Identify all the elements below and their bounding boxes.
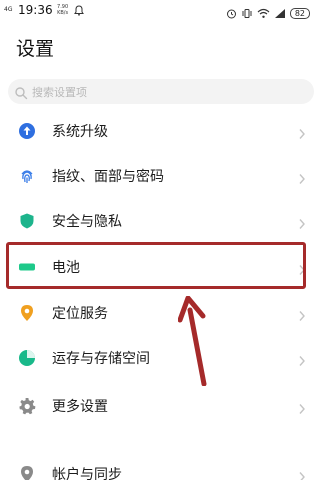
- page-title: 设置: [16, 38, 55, 60]
- shield-icon: [18, 212, 36, 230]
- settings-item-more-settings[interactable]: 更多设置: [0, 385, 318, 427]
- settings-item-memory-storage[interactable]: 运存与存储空间: [0, 337, 318, 379]
- status-left-group: 4G 19:36 7.90 KB/s: [4, 3, 84, 17]
- settings-item-system-update[interactable]: 系统升级: [0, 110, 318, 152]
- account-sync-icon: [18, 465, 36, 480]
- chevron-right-icon: [298, 307, 306, 321]
- settings-item-label: 电池: [52, 260, 80, 276]
- chevron-right-icon: [298, 468, 306, 480]
- status-time: 19:36: [18, 3, 53, 17]
- battery-level-indicator: 82: [289, 8, 310, 19]
- status-right-group: 82: [226, 4, 310, 23]
- search-placeholder: 搜索设置项: [32, 85, 87, 99]
- gear-icon: [18, 397, 36, 415]
- signal-icon: [274, 4, 286, 23]
- chevron-right-icon: [298, 125, 306, 139]
- chevron-right-icon: [298, 400, 306, 414]
- vibrate-icon: [241, 4, 253, 23]
- alarm-icon: [226, 4, 237, 23]
- settings-item-label: 定位服务: [52, 306, 108, 322]
- settings-item-label: 系统升级: [52, 124, 108, 140]
- wifi-icon: [257, 4, 270, 23]
- system-update-icon: [18, 122, 36, 140]
- settings-item-security-privacy[interactable]: 安全与隐私: [0, 200, 318, 242]
- location-pin-icon: [18, 304, 36, 322]
- chevron-right-icon: [298, 261, 306, 275]
- search-icon: [14, 85, 28, 99]
- search-input[interactable]: 搜索设置项: [8, 79, 314, 104]
- network-speed-unit: KB/s: [57, 10, 69, 16]
- settings-item-fingerprint-face-password[interactable]: 指纹、面部与密码: [0, 155, 318, 197]
- settings-item-battery[interactable]: 电池: [0, 246, 318, 288]
- settings-item-location[interactable]: 定位服务: [0, 292, 318, 334]
- network-speed: 7.90 KB/s: [56, 4, 70, 16]
- storage-pie-icon: [18, 349, 36, 367]
- settings-item-label: 帐户与同步: [52, 467, 122, 480]
- notification-bell-icon: [73, 4, 84, 16]
- fingerprint-icon: [18, 167, 36, 185]
- settings-item-label: 安全与隐私: [52, 214, 122, 230]
- settings-item-label: 运存与存储空间: [52, 351, 150, 367]
- network-indicator: 4G: [4, 6, 13, 13]
- battery-icon: [18, 258, 36, 276]
- status-bar: 4G 19:36 7.90 KB/s 82: [0, 0, 318, 22]
- chevron-right-icon: [298, 215, 306, 229]
- chevron-right-icon: [298, 352, 306, 366]
- chevron-right-icon: [298, 170, 306, 184]
- settings-item-label: 更多设置: [52, 399, 108, 415]
- settings-item-account-sync[interactable]: 帐户与同步: [0, 453, 318, 480]
- settings-item-label: 指纹、面部与密码: [52, 169, 164, 185]
